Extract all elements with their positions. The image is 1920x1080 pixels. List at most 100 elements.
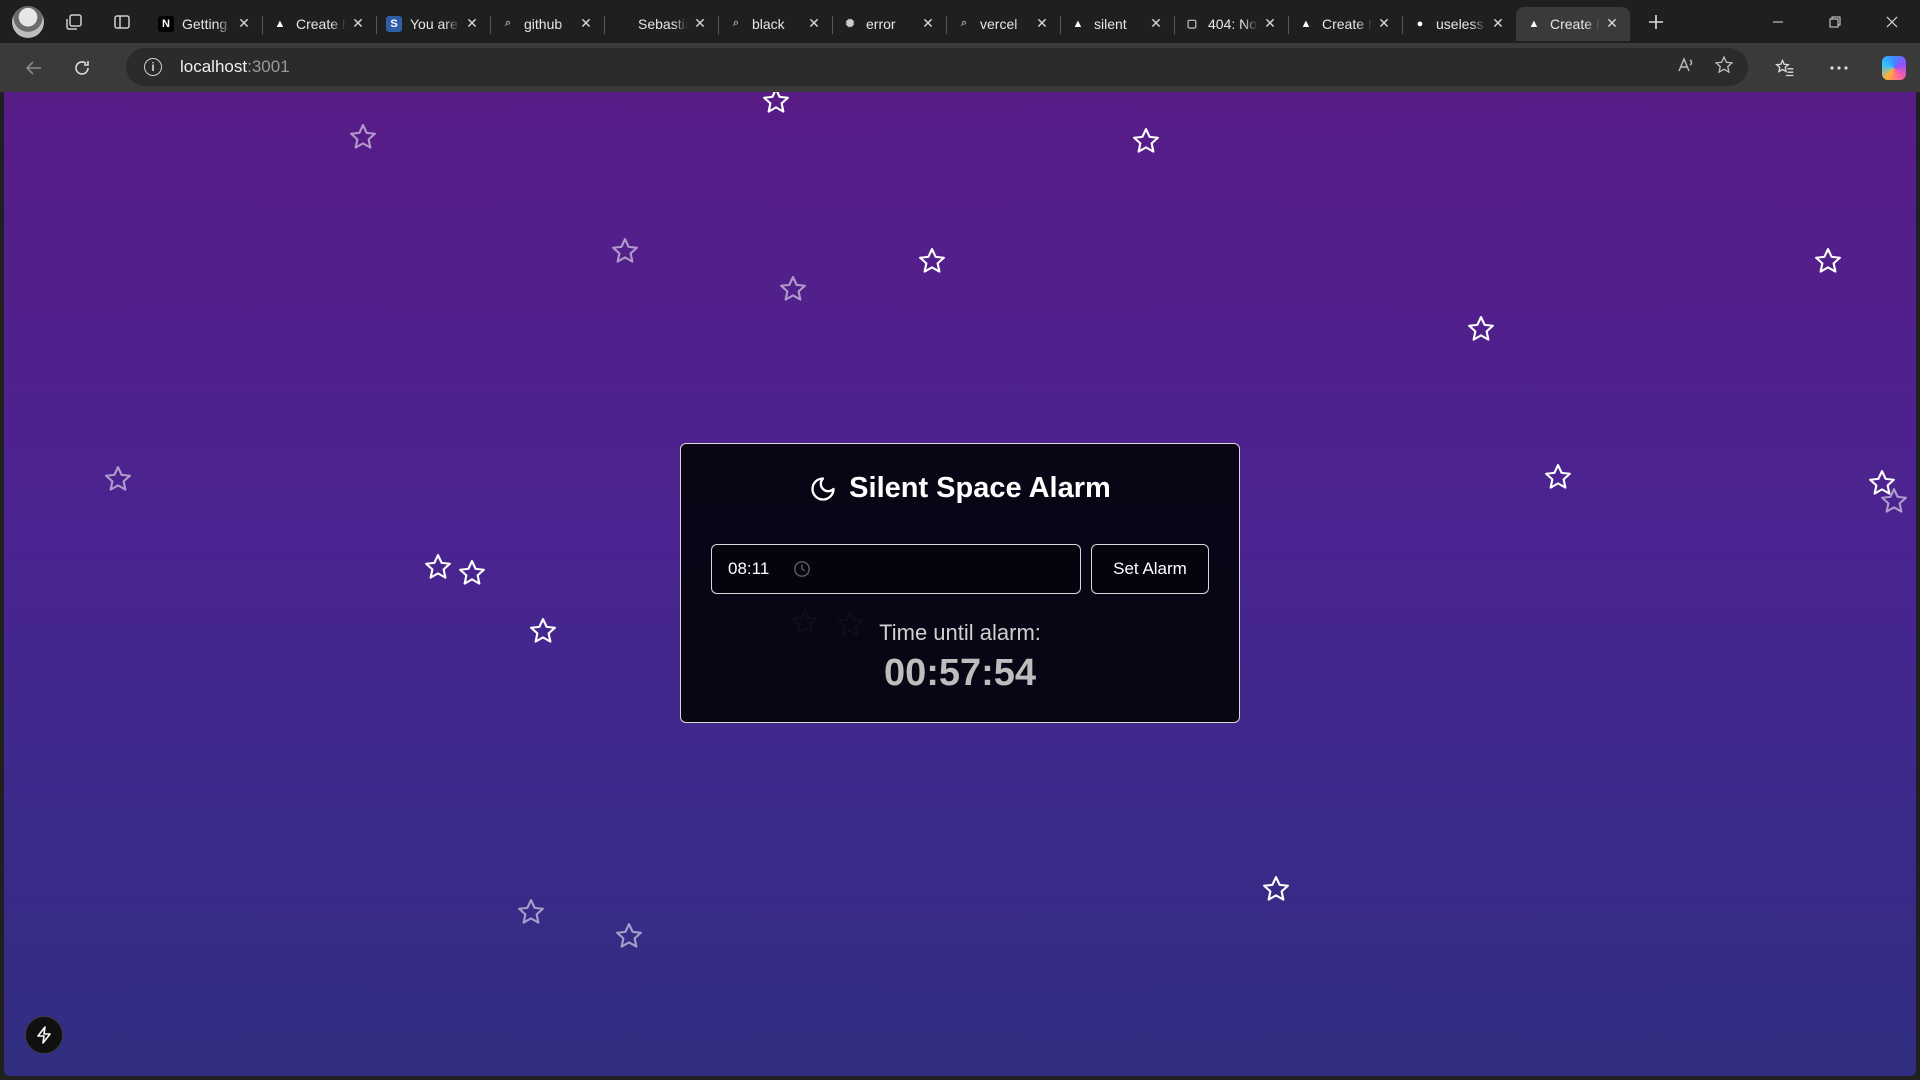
clock-icon[interactable] [793, 560, 811, 578]
browser-tab[interactable]: S You are ✕ [376, 7, 490, 41]
set-alarm-button[interactable]: Set Alarm [1091, 544, 1209, 594]
star-icon [1261, 874, 1291, 904]
address-bar-actions [1676, 48, 1734, 86]
site-info-icon[interactable]: i [144, 58, 162, 76]
tab-close-icon[interactable]: ✕ [1034, 15, 1050, 32]
tab-title: Getting Started [182, 15, 232, 32]
tab-favicon-icon: ✺ [845, 18, 855, 30]
tab-title: Create Next App [1550, 15, 1600, 32]
star-icon [457, 558, 487, 588]
url-port: :3001 [247, 57, 290, 76]
tab-close-icon[interactable]: ✕ [236, 15, 252, 32]
copilot-icon[interactable] [1882, 55, 1906, 80]
tab-close-icon[interactable]: ✕ [920, 15, 936, 32]
address-bar[interactable]: i localhost:3001 [126, 48, 1748, 86]
browser-tab-strip: NGetting Started✕▲Create Next App✕SYou a… [0, 0, 1920, 43]
restore-button[interactable] [1806, 0, 1863, 43]
favorites-icon[interactable] [1758, 58, 1812, 78]
browser-tab[interactable]: N Getting Started✕ [148, 7, 262, 41]
star-icon [423, 552, 453, 582]
star-icon [348, 122, 378, 152]
plus-icon [1649, 14, 1663, 29]
url-host: localhost [180, 57, 248, 76]
tab-favicon-icon: ▲ [1528, 17, 1540, 30]
tab-close-icon[interactable]: ✕ [806, 15, 822, 32]
browser-tab[interactable]: ● useless ✕ [1402, 7, 1516, 41]
star-icon [1879, 486, 1909, 516]
tab-favicon-icon: ● [1416, 17, 1424, 30]
star-icon [516, 897, 546, 927]
tab-title: error [866, 15, 896, 32]
tab-title: vercel [980, 15, 1018, 32]
star-icon [1813, 246, 1843, 276]
alarm-card: Silent Space Alarm 08:11 Set Alarm Time … [680, 443, 1240, 723]
star-icon [761, 92, 791, 116]
app-title: Silent Space Alarm [681, 472, 1239, 505]
browser-tab[interactable]: ✺ error ✕ [832, 7, 946, 41]
star-icon [610, 236, 640, 266]
tab-favicon-icon: ▲ [1072, 17, 1084, 30]
tab-favicon-icon: ⌕ [504, 17, 512, 29]
star-icon [1466, 314, 1496, 344]
reload-button[interactable] [62, 50, 102, 86]
tab-favicon-icon [614, 16, 630, 32]
tab-favicon-icon: ▲ [1300, 17, 1312, 30]
browser-tab[interactable]: ▲ silent ✕ [1060, 7, 1174, 41]
tab-list: NGetting Started✕▲Create Next App✕SYou a… [148, 0, 1630, 43]
vertical-tabs-icon[interactable] [104, 7, 140, 37]
tab-close-icon[interactable]: ✕ [1148, 15, 1164, 32]
browser-tab[interactable]: Sebastian✕ [604, 7, 718, 41]
window-controls [1749, 0, 1920, 43]
tab-title: You are [410, 15, 458, 32]
new-tab-button[interactable] [1638, 7, 1674, 37]
star-icon [917, 246, 947, 276]
moon-icon [811, 476, 835, 501]
tab-title: Sebastian [638, 15, 688, 32]
more-options-icon[interactable] [1812, 65, 1866, 71]
browser-tab[interactable]: ▲ Create Next App✕ [262, 7, 376, 41]
tab-favicon-icon: N [158, 15, 174, 32]
favorite-star-icon[interactable] [1714, 55, 1734, 80]
tab-title: silent [1094, 15, 1127, 32]
tab-title: Create Next App [296, 15, 346, 32]
tab-close-icon[interactable]: ✕ [1604, 15, 1620, 32]
tab-close-icon[interactable]: ✕ [1376, 15, 1392, 32]
tab-close-icon[interactable]: ✕ [1262, 15, 1278, 32]
page-viewport: Silent Space Alarm 08:11 Set Alarm Time … [4, 92, 1916, 1076]
tab-close-icon[interactable]: ✕ [692, 15, 708, 32]
star-icon [1543, 462, 1573, 492]
app-title-text: Silent Space Alarm [849, 472, 1111, 504]
url-text[interactable]: localhost:3001 [180, 57, 290, 77]
tab-favicon-icon: ⌕ [732, 17, 740, 29]
toolbar-right [1758, 43, 1920, 92]
tab-title: Create Next App [1322, 15, 1372, 32]
tab-close-icon[interactable]: ✕ [464, 15, 480, 32]
tab-favicon-icon: ▲ [274, 17, 286, 30]
browser-tab[interactable]: ⌕ github ✕ [490, 7, 604, 41]
alarm-time-input[interactable]: 08:11 [711, 544, 1081, 594]
browser-tab[interactable]: ⌕ black ✕ [718, 7, 832, 41]
nextjs-dev-badge[interactable] [25, 1016, 63, 1054]
browser-tab[interactable]: ▲ Create Next App✕ [1516, 6, 1630, 41]
tab-favicon-icon: S [386, 15, 402, 32]
browser-tab[interactable]: ▲ Create Next App✕ [1288, 7, 1402, 41]
lightning-icon [37, 1026, 51, 1044]
minimize-button[interactable] [1749, 0, 1806, 43]
countdown-label: Time until alarm: [879, 620, 1041, 645]
read-aloud-icon[interactable] [1676, 55, 1696, 80]
star-icon [1131, 126, 1161, 156]
back-button[interactable] [14, 50, 54, 86]
tab-close-icon[interactable]: ✕ [350, 15, 366, 32]
tab-close-icon[interactable]: ✕ [578, 15, 594, 32]
close-window-button[interactable] [1863, 0, 1920, 43]
tab-title: black [752, 15, 785, 32]
browser-tab[interactable]: ▢ 404: Not Found✕ [1174, 7, 1288, 41]
workspaces-icon[interactable] [56, 7, 92, 37]
countdown-value: 00:57:54 [883, 652, 1037, 694]
alarm-time-value: 08:11 [728, 559, 770, 578]
browser-tab[interactable]: ⌕ vercel ✕ [946, 7, 1060, 41]
tab-close-icon[interactable]: ✕ [1490, 15, 1506, 32]
profile-avatar[interactable] [12, 5, 44, 38]
star-icon [778, 274, 808, 304]
browser-toolbar: i localhost:3001 [0, 43, 1920, 92]
